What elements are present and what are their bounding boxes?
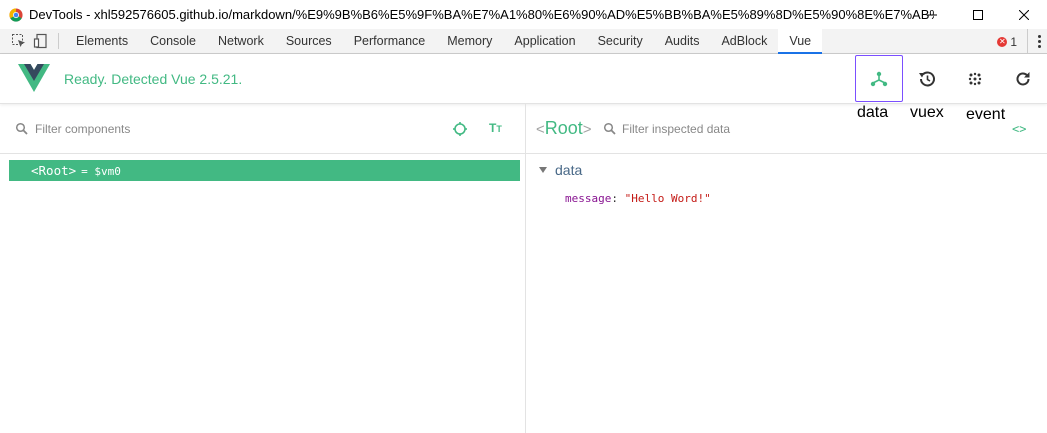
components-icon bbox=[870, 71, 888, 86]
field-value: "Hello Word!" bbox=[624, 192, 711, 205]
vue-devtools-header: Ready. Detected Vue 2.5.21. bbox=[0, 54, 1047, 104]
tree-open-bracket: < bbox=[31, 163, 39, 178]
close-window-button[interactable] bbox=[1001, 0, 1047, 29]
inspect-element-button[interactable] bbox=[8, 30, 30, 52]
close-bracket: > bbox=[582, 121, 592, 138]
device-icon bbox=[33, 33, 47, 49]
component-tree-pane: TT <Root> = $vm0 bbox=[0, 104, 526, 433]
tab-elements[interactable]: Elements bbox=[65, 29, 139, 54]
refresh-icon bbox=[1016, 72, 1030, 86]
tree-component-name: Root bbox=[38, 163, 69, 178]
cursor-select-icon bbox=[12, 34, 25, 47]
vue-detected-status: Ready. Detected Vue 2.5.21. bbox=[64, 71, 243, 87]
maximize-button[interactable] bbox=[955, 0, 1001, 29]
history-icon bbox=[919, 71, 935, 87]
inspector-pane: <Root> <> data message: "Hello Word!" bbox=[526, 104, 1047, 433]
minimize-button[interactable] bbox=[909, 0, 955, 29]
inspected-name: Root bbox=[544, 118, 583, 138]
tab-security[interactable]: Security bbox=[587, 29, 654, 54]
tab-performance[interactable]: Performance bbox=[343, 29, 437, 54]
tree-close-bracket: > bbox=[68, 163, 77, 178]
collapse-caret-icon bbox=[539, 167, 547, 173]
kebab-dot bbox=[1038, 45, 1041, 48]
component-tree-item-root[interactable]: <Root> = $vm0 bbox=[9, 160, 520, 181]
tree-vm-ref: = $vm0 bbox=[81, 165, 121, 178]
field-key: message bbox=[565, 192, 612, 205]
devtools-menu-button[interactable] bbox=[1027, 29, 1047, 54]
component-filter-bar: TT bbox=[0, 104, 525, 154]
chrome-logo-icon bbox=[9, 7, 23, 22]
vue-tool-tabs bbox=[855, 54, 1047, 104]
data-field-row[interactable]: message: "Hello Word!" bbox=[565, 192, 711, 205]
toolbar-divider bbox=[58, 33, 59, 49]
events-tab-button[interactable] bbox=[951, 54, 999, 104]
devtools-tab-strip: Elements Console Network Sources Perform… bbox=[0, 28, 1047, 54]
refresh-button[interactable] bbox=[999, 54, 1047, 104]
minimize-icon bbox=[927, 14, 937, 15]
window-controls bbox=[909, 0, 1047, 29]
search-icon bbox=[603, 122, 616, 135]
tab-adblock[interactable]: AdBlock bbox=[710, 29, 778, 54]
device-toolbar-button[interactable] bbox=[30, 30, 52, 52]
window-title-bar: DevTools - xhl592576605.github.io/markdo… bbox=[0, 0, 1047, 29]
field-colon: : bbox=[611, 192, 625, 205]
data-section-header[interactable]: data bbox=[539, 162, 582, 178]
events-icon bbox=[968, 72, 982, 86]
tab-audits[interactable]: Audits bbox=[654, 29, 711, 54]
select-component-icon[interactable] bbox=[452, 121, 468, 137]
error-count: 1 bbox=[1010, 34, 1017, 49]
vuex-tab-button[interactable] bbox=[903, 54, 951, 104]
inspect-dom-icon[interactable]: <> bbox=[1012, 122, 1026, 136]
error-icon: ✕ bbox=[997, 36, 1008, 47]
tab-vue[interactable]: Vue bbox=[778, 28, 823, 54]
filter-inspected-data-input[interactable] bbox=[622, 119, 922, 139]
section-title: data bbox=[555, 162, 583, 178]
kebab-dot bbox=[1038, 35, 1041, 38]
close-icon bbox=[1019, 9, 1029, 20]
filter-components-input[interactable] bbox=[35, 119, 335, 139]
inspector-filter-bar: <Root> <> bbox=[526, 104, 1047, 154]
kebab-dot bbox=[1038, 40, 1041, 43]
error-count-badge[interactable]: ✕ 1 bbox=[997, 35, 1017, 49]
tab-sources[interactable]: Sources bbox=[275, 29, 343, 54]
tab-memory[interactable]: Memory bbox=[436, 29, 503, 54]
tab-console[interactable]: Console bbox=[139, 29, 207, 54]
components-tab-button[interactable] bbox=[855, 55, 903, 102]
window-title: DevTools - xhl592576605.github.io/markdo… bbox=[29, 7, 934, 22]
format-names-icon[interactable]: TT bbox=[489, 121, 502, 135]
maximize-icon bbox=[973, 9, 983, 20]
inspected-component-name: <Root> bbox=[536, 118, 592, 139]
tab-network[interactable]: Network bbox=[207, 29, 275, 54]
open-bracket: < bbox=[536, 121, 545, 138]
search-icon bbox=[15, 122, 28, 135]
vue-logo-icon bbox=[18, 64, 50, 92]
tab-application[interactable]: Application bbox=[503, 29, 586, 54]
